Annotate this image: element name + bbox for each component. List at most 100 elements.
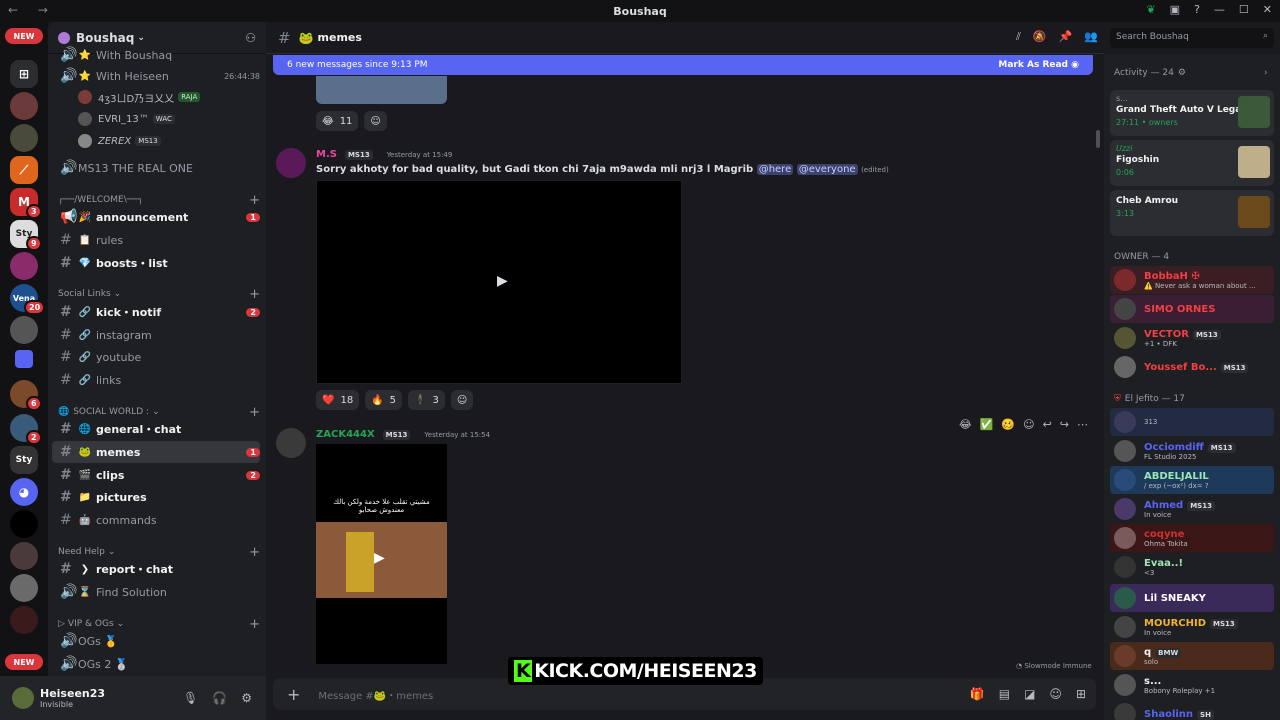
- video-player[interactable]: مشيتي تقلب علا خدمة ولكن بالك معندوش صحا…: [316, 444, 447, 664]
- mention-everyone[interactable]: @everyone: [796, 164, 858, 175]
- reaction-laugh-icon[interactable]: 😂: [959, 418, 972, 431]
- play-icon[interactable]: ▶: [374, 550, 385, 566]
- voice-channel-boushaq[interactable]: 🔊 ⭐ With Boushaq: [52, 44, 260, 66]
- forward-icon[interactable]: ↪: [1060, 418, 1069, 431]
- search-input[interactable]: Search Boushaq ⌕: [1110, 28, 1274, 48]
- gift-icon[interactable]: 🎁: [970, 687, 985, 701]
- minimize-icon[interactable]: —: [1214, 3, 1225, 16]
- channel-clips[interactable]: # 🎬 clips 2: [52, 464, 260, 486]
- activity-card[interactable]: Uzzi Figoshin 0:06: [1110, 140, 1274, 186]
- maximize-icon[interactable]: ☐: [1239, 3, 1249, 16]
- window-controls[interactable]: ❦ ▣ ? — ☐ ✕: [1146, 3, 1272, 16]
- voice-channel-ogs-2[interactable]: 🔊 OGs 2 🥈: [52, 653, 260, 675]
- gear-icon[interactable]: ⚙: [241, 691, 252, 705]
- member-item[interactable]: Occiomdiff MS13 FL Studio 2025: [1110, 437, 1274, 465]
- scrollbar[interactable]: [1096, 130, 1100, 148]
- reaction-heart[interactable]: ❤️ 18: [316, 390, 360, 410]
- leaf-icon[interactable]: ❦: [1146, 3, 1155, 16]
- sticker-icon[interactable]: ◪: [1024, 687, 1035, 701]
- server-icon[interactable]: [10, 316, 38, 344]
- server-icon[interactable]: ⟋: [10, 156, 38, 184]
- add-attachment-icon[interactable]: +: [287, 685, 300, 704]
- reaction-custom[interactable]: 🕴 3: [408, 390, 445, 410]
- reaction-custom-icon[interactable]: 🥴: [1001, 418, 1015, 431]
- folder-icon[interactable]: [15, 350, 33, 368]
- channel-announcement[interactable]: 📢 🎉 announcement 1: [52, 206, 260, 228]
- activity-card[interactable]: s... Grand Theft Auto V Legacy 27:11 • o…: [1110, 90, 1274, 136]
- server-icon-styles-2[interactable]: Sty: [10, 446, 38, 474]
- new-messages-bar[interactable]: 6 new messages since 9:13 PM Mark As Rea…: [273, 55, 1093, 75]
- reaction-laugh[interactable]: 😂 11: [316, 111, 359, 131]
- server-icon[interactable]: [10, 252, 38, 280]
- reply-icon[interactable]: ↩: [1043, 418, 1052, 431]
- threads-icon[interactable]: ⫽: [1016, 30, 1021, 44]
- voice-user[interactable]: 4ʒ3ㄩD乃ヨ乂乂 RAJA: [78, 88, 201, 106]
- reaction-check-icon[interactable]: ✅: [980, 418, 994, 431]
- channel-boosts-list[interactable]: # 💎 boosts・list: [52, 252, 260, 274]
- voice-user[interactable]: EVRI_13™ WAC: [78, 110, 175, 128]
- channel-general-chat[interactable]: # 🌐 general・chat: [52, 418, 260, 440]
- channel-rules[interactable]: # 📋 rules: [52, 229, 260, 251]
- channel-report-chat[interactable]: # ❯ report・chat: [52, 558, 260, 580]
- channel-instagram[interactable]: # 🔗 instagram: [52, 324, 260, 346]
- gif-icon[interactable]: ▤: [999, 687, 1010, 701]
- voice-user[interactable]: ZEREX MS13: [78, 132, 161, 150]
- help-icon[interactable]: ?: [1194, 3, 1200, 16]
- member-item[interactable]: ABDELJALIL / exp (~ox²) dx= ?: [1110, 466, 1274, 494]
- member-item[interactable]: Evaa..! <3: [1110, 553, 1274, 581]
- member-item[interactable]: SIMO ORNES: [1110, 295, 1274, 323]
- activity-card[interactable]: Cheb Amrou 3:13: [1110, 190, 1274, 236]
- member-item[interactable]: coqyne Ohma Tokita: [1110, 524, 1274, 552]
- server-icon[interactable]: [10, 124, 38, 152]
- voice-channel-ms13[interactable]: 🔊 MS13 THE REAL ONE: [52, 157, 260, 179]
- add-reaction-button[interactable]: ☺: [450, 390, 474, 410]
- channel-pictures[interactable]: # 📁 pictures: [52, 486, 260, 508]
- member-item[interactable]: Shaolinn SH: [1110, 700, 1274, 720]
- channel-kick-notif[interactable]: # 🔗 kick・notif 2: [52, 301, 260, 323]
- headphones-icon[interactable]: 🎧: [212, 691, 227, 705]
- server-icon[interactable]: [10, 510, 38, 538]
- more-icon[interactable]: ⋯: [1077, 418, 1088, 431]
- member-item[interactable]: 313: [1110, 408, 1274, 436]
- server-icon[interactable]: [10, 92, 38, 120]
- member-item[interactable]: BobbaH ✠ ⚠️ Never ask a woman about ...: [1110, 266, 1274, 294]
- avatar[interactable]: [276, 428, 306, 458]
- message-author[interactable]: ZACK444X MS13 Yesterday at 15:54: [316, 429, 490, 440]
- channel-commands[interactable]: # 🤖 commands: [52, 509, 260, 531]
- member-item[interactable]: Lil SNEAKY: [1110, 584, 1274, 612]
- channel-links[interactable]: # 🔗 links: [52, 369, 260, 391]
- server-icon[interactable]: [10, 606, 38, 634]
- voice-channel-heiseen[interactable]: 🔊 ⭐ With Heiseen 26:44:38: [52, 65, 260, 87]
- voice-channel-ogs[interactable]: 🔊 OGs 🥇: [52, 630, 260, 652]
- server-icon[interactable]: [10, 542, 38, 570]
- discord-icon[interactable]: ◕: [10, 478, 38, 506]
- add-reaction-icon[interactable]: ☺: [1023, 418, 1034, 431]
- bell-muted-icon[interactable]: 🔕: [1033, 30, 1047, 44]
- video-thumbnail[interactable]: [316, 76, 447, 104]
- message-author[interactable]: M.S MS13 Yesterday at 15:49: [316, 149, 452, 160]
- video-player[interactable]: ▶: [316, 180, 682, 384]
- server-icon[interactable]: ⊞: [10, 60, 38, 88]
- avatar[interactable]: [276, 148, 306, 178]
- apps-icon[interactable]: ⊞: [1076, 687, 1086, 701]
- member-item[interactable]: Youssef Bo... MS13: [1110, 353, 1274, 381]
- channel-youtube[interactable]: # 🔗 youtube: [52, 346, 260, 368]
- channel-memes[interactable]: # 🐸 memes 1: [52, 441, 260, 463]
- add-channel-icon[interactable]: +: [249, 287, 260, 302]
- server-icon[interactable]: [10, 574, 38, 602]
- emoji-icon[interactable]: ☺: [1049, 687, 1062, 701]
- microphone-icon[interactable]: 🎙: [183, 691, 198, 705]
- inbox-icon[interactable]: ▣: [1170, 3, 1180, 16]
- member-item[interactable]: VECTOR MS13 +1 • DFK: [1110, 324, 1274, 352]
- category-social-links[interactable]: Social Links ⌄ +: [58, 286, 260, 302]
- reaction-fire[interactable]: 🔥 5: [365, 390, 403, 410]
- voice-channel-find-solution[interactable]: 🔊 ⌛ Find Solution: [52, 581, 260, 603]
- invite-people-icon[interactable]: ⚇: [245, 31, 256, 45]
- member-item[interactable]: Ahmed MS13 In voice: [1110, 495, 1274, 523]
- member-item[interactable]: q BMW solo: [1110, 642, 1274, 670]
- add-reaction-button[interactable]: ☺: [364, 111, 387, 131]
- member-item[interactable]: MOURCHID MS13 In voice: [1110, 613, 1274, 641]
- avatar[interactable]: [12, 687, 34, 709]
- play-icon[interactable]: ▶: [497, 273, 508, 289]
- members-icon[interactable]: 👥: [1084, 30, 1098, 44]
